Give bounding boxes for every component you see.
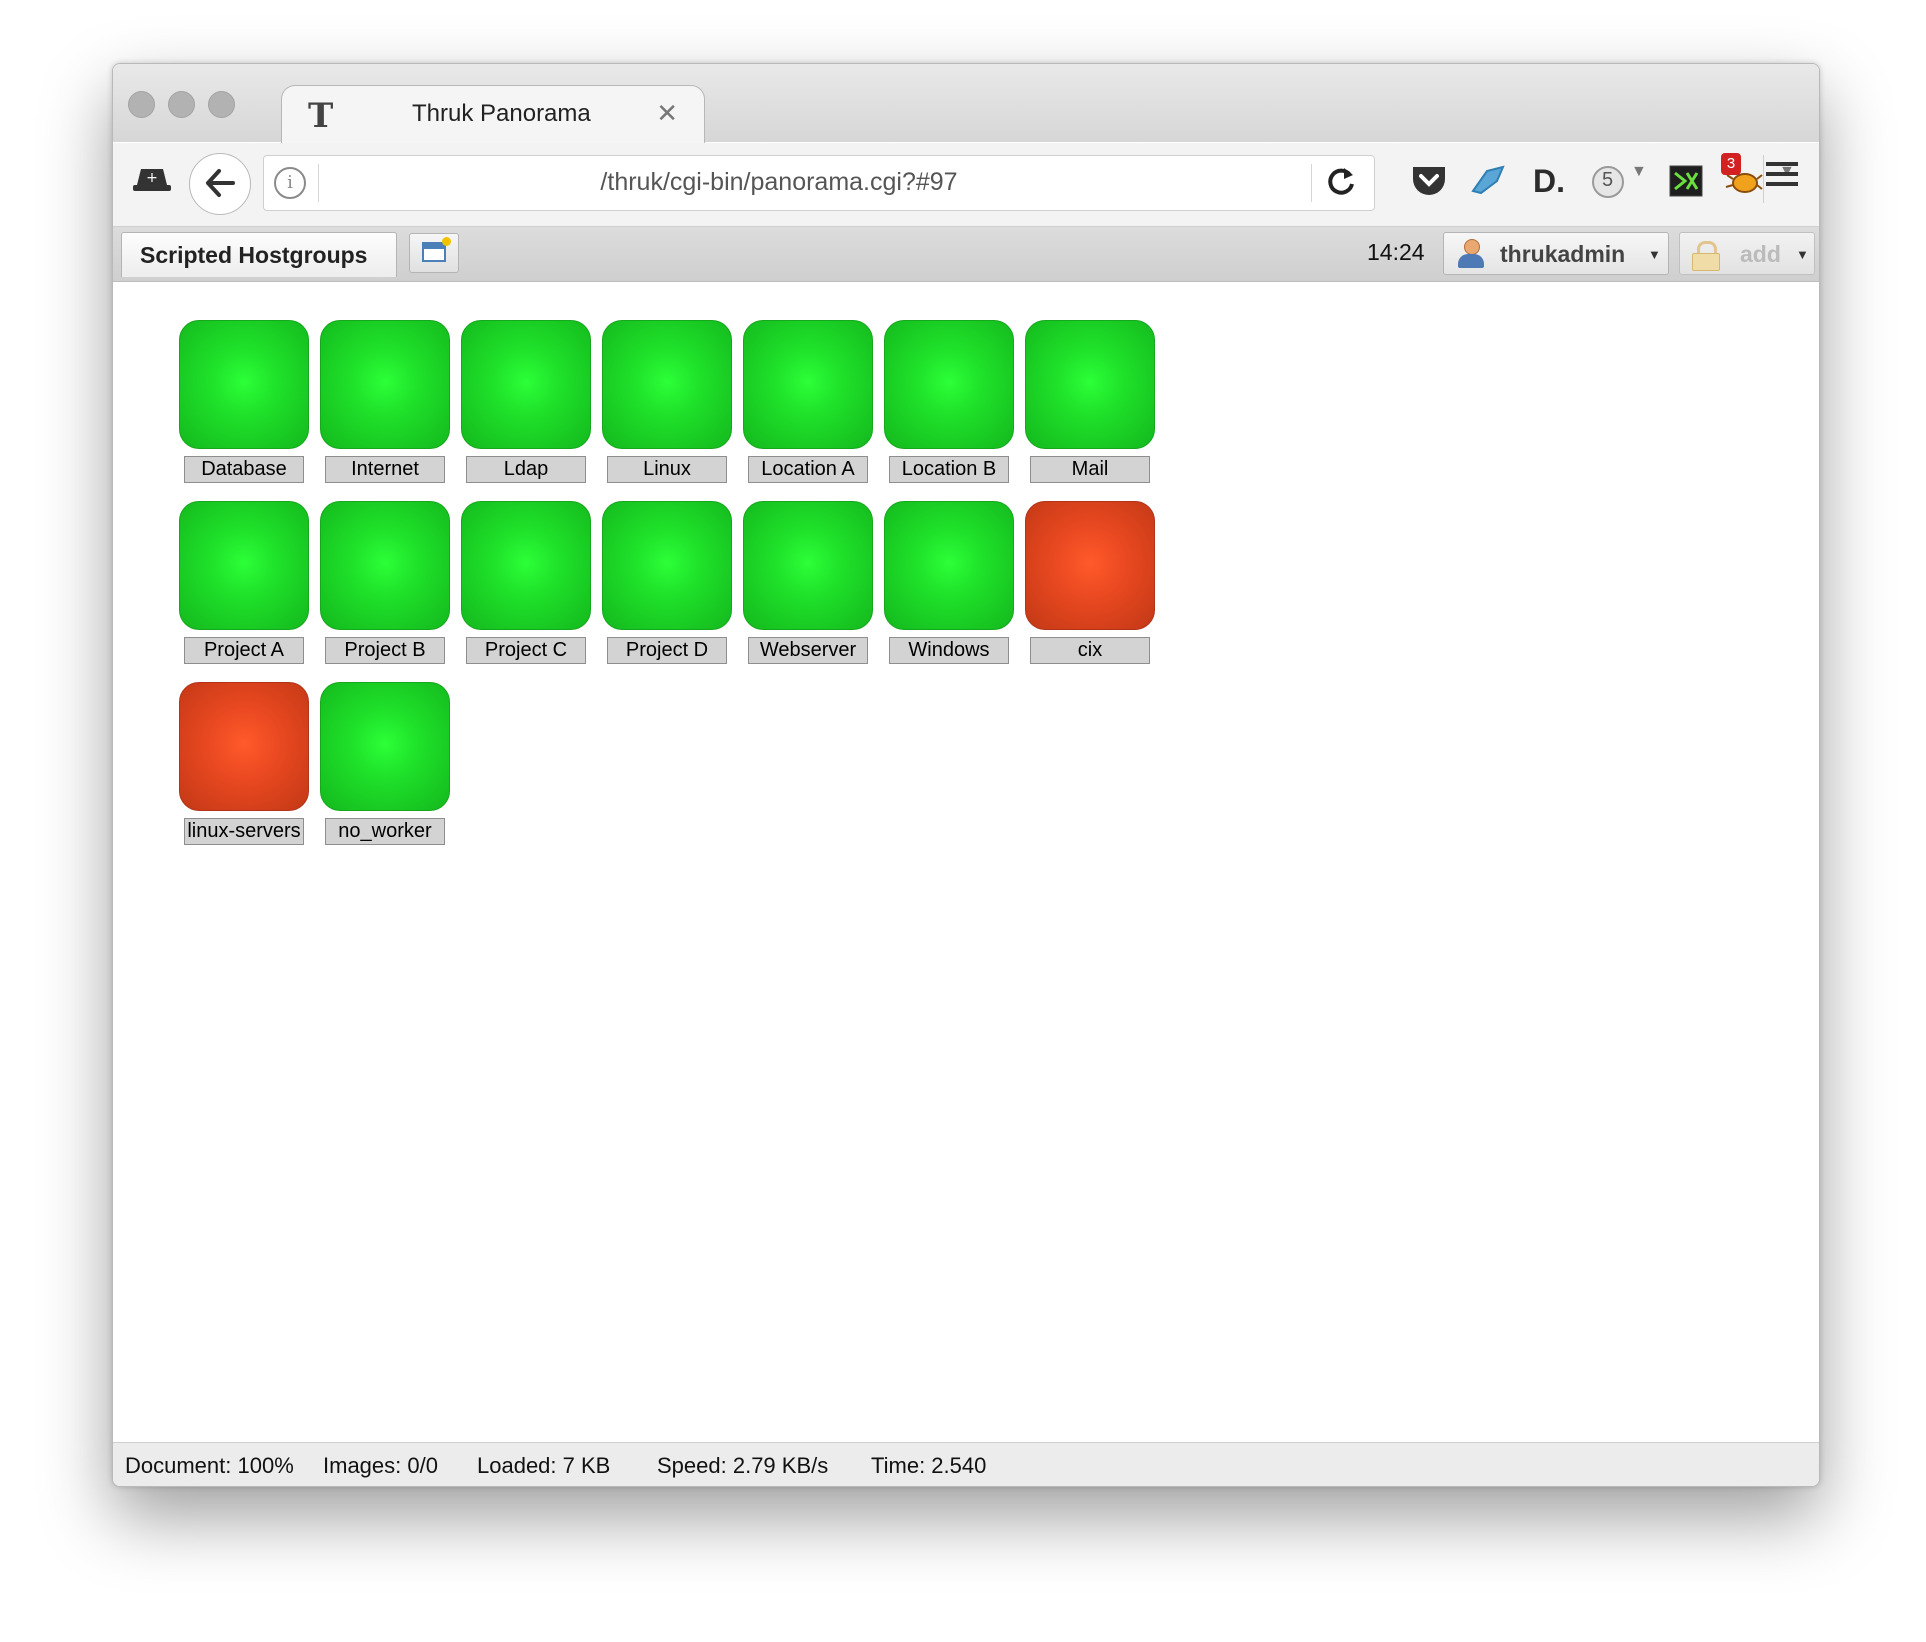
- hostgroup-label[interactable]: Webserver: [748, 637, 868, 664]
- bird-icon[interactable]: [1471, 165, 1507, 204]
- hostgroup-status-icon[interactable]: [743, 320, 873, 449]
- new-dashboard-icon: [422, 237, 451, 262]
- hostgroup-status-icon[interactable]: [461, 501, 591, 630]
- hostgroup-label[interactable]: Location A: [748, 456, 868, 483]
- d-icon[interactable]: D.: [1533, 163, 1565, 200]
- hostgroup-label[interactable]: cix: [1030, 637, 1150, 664]
- address-bar[interactable]: i /thruk/cgi-bin/panorama.cgi?#97: [263, 155, 1375, 211]
- hostgroup-label[interactable]: Mail: [1030, 456, 1150, 483]
- url-text[interactable]: /thruk/cgi-bin/panorama.cgi?#97: [264, 168, 1294, 197]
- zoom-window-button[interactable]: [208, 91, 235, 118]
- status-time: Time: 2.540: [871, 1453, 987, 1478]
- status-document: Document: 100%: [125, 1453, 294, 1478]
- hostgroup-status-icon[interactable]: [320, 320, 450, 449]
- hostgroup-label[interactable]: Project A: [184, 637, 304, 664]
- hostgroup-status-icon[interactable]: [320, 501, 450, 630]
- minimize-window-button[interactable]: [168, 91, 195, 118]
- tab-title: Thruk Panorama: [412, 100, 591, 127]
- hostgroup-status-icon[interactable]: [461, 320, 591, 449]
- status-loaded: Loaded: 7 KB: [477, 1453, 611, 1478]
- user-menu-caret-icon: ▼: [1648, 247, 1661, 262]
- hostgroup-status-icon[interactable]: [884, 320, 1014, 449]
- hostgroup-label[interactable]: Project C: [466, 637, 586, 664]
- tab-close-icon[interactable]: ✕: [656, 98, 678, 129]
- status-images: Images: 0/0: [323, 1453, 438, 1478]
- hostgroup-label[interactable]: Project B: [325, 637, 445, 664]
- toolbar-separator-3: [1763, 155, 1764, 203]
- panorama-content: Database Internet Ldap Linux Location A Locat…: [113, 282, 1819, 1452]
- reload-icon[interactable]: [1326, 164, 1356, 206]
- browser-toolbar: + i /thruk/cgi-bin/panorama.cgi?#97 D. 5…: [113, 143, 1819, 227]
- add-button-label: add: [1740, 241, 1781, 267]
- add-button[interactable]: add ▼: [1679, 232, 1815, 275]
- user-icon: [1458, 239, 1484, 269]
- hostgroup-status-icon[interactable]: [1025, 320, 1155, 449]
- hostgroup-status-icon[interactable]: [1025, 501, 1155, 630]
- terminal-icon[interactable]: [1669, 165, 1703, 204]
- user-name: thrukadmin: [1500, 241, 1626, 267]
- hostgroup-status-icon[interactable]: [320, 682, 450, 811]
- user-menu-button[interactable]: thrukadmin ▼: [1443, 232, 1669, 275]
- hostgroup-label[interactable]: Internet: [325, 456, 445, 483]
- back-button[interactable]: [189, 153, 251, 215]
- counter-dropdown-icon[interactable]: ▼: [1631, 163, 1647, 181]
- hostgroup-status-icon[interactable]: [743, 501, 873, 630]
- hostgroup-label[interactable]: Ldap: [466, 456, 586, 483]
- hostgroup-label[interactable]: Project D: [607, 637, 727, 664]
- clock: 14:24: [1367, 239, 1425, 265]
- new-dashboard-button[interactable]: [409, 233, 459, 273]
- lock-icon: [1692, 241, 1720, 271]
- hostgroup-label[interactable]: linux-servers: [184, 818, 304, 845]
- title-bar: T Thruk Panorama ✕: [113, 64, 1819, 144]
- hostgroup-status-icon[interactable]: [602, 320, 732, 449]
- dashboard-tab[interactable]: Scripted Hostgroups: [121, 232, 397, 277]
- browser-window: T Thruk Panorama ✕ + i /thruk/cgi-bin/pa…: [112, 63, 1820, 1487]
- hostgroup-label[interactable]: Windows: [889, 637, 1009, 664]
- browser-tab[interactable]: T Thruk Panorama ✕: [281, 85, 705, 144]
- notification-badge: 3: [1721, 153, 1741, 175]
- counter-icon[interactable]: 5: [1591, 165, 1627, 206]
- hostgroup-label[interactable]: no_worker: [325, 818, 445, 845]
- close-window-button[interactable]: [128, 91, 155, 118]
- panorama-header: Scripted Hostgroups 14:24 thrukadmin ▼ a…: [113, 227, 1819, 282]
- pocket-icon[interactable]: [1411, 165, 1447, 204]
- hostgroup-status-icon[interactable]: [179, 501, 309, 630]
- hostgroup-label[interactable]: Location B: [889, 456, 1009, 483]
- incognito-icon[interactable]: +: [133, 163, 171, 204]
- svg-text:+: +: [146, 170, 158, 186]
- add-menu-caret-icon: ▼: [1796, 247, 1809, 262]
- thruk-favicon-icon: T: [308, 96, 334, 136]
- hostgroup-status-icon[interactable]: [179, 320, 309, 449]
- status-bar: Document: 100% Images: 0/0 Loaded: 7 KB …: [113, 1442, 1819, 1486]
- hostgroup-label[interactable]: Database: [184, 456, 304, 483]
- counter-badge: 5: [1602, 169, 1614, 191]
- hostgroup-status-icon[interactable]: [602, 501, 732, 630]
- hostgroup-label[interactable]: Linux: [607, 456, 727, 483]
- hostgroup-status-icon[interactable]: [884, 501, 1014, 630]
- bug-icon[interactable]: 3: [1721, 153, 1763, 204]
- hamburger-menu-icon[interactable]: [1765, 159, 1799, 196]
- status-speed: Speed: 2.79 KB/s: [657, 1453, 829, 1478]
- hostgroup-status-icon[interactable]: [179, 682, 309, 811]
- url-separator-right: [1311, 164, 1312, 202]
